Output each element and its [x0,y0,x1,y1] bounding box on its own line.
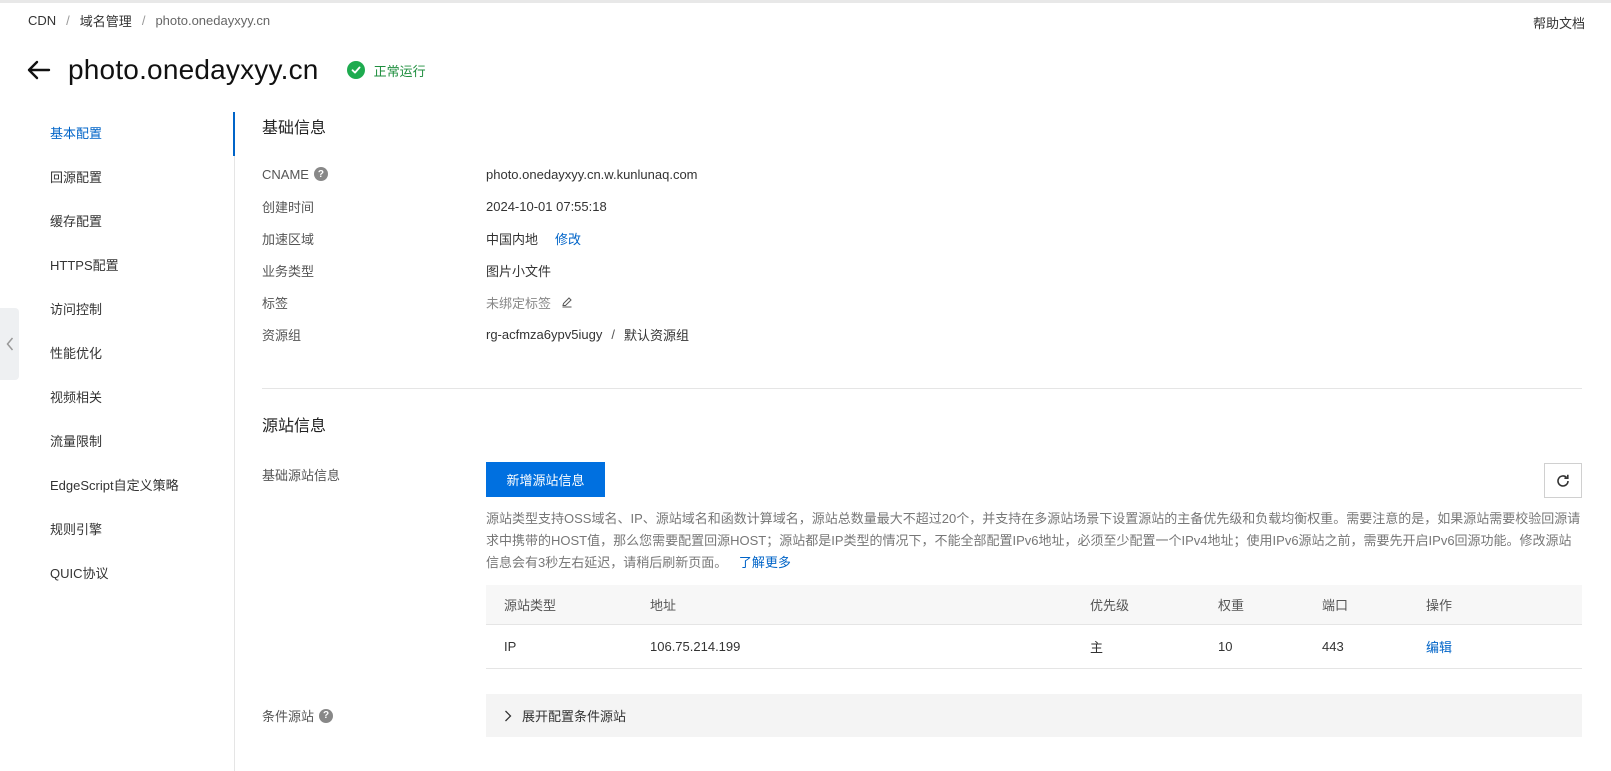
sidebar-item-traffic-limit[interactable]: 流量限制 [0,420,235,464]
breadcrumb-separator: / [66,13,70,28]
title-row: photo.onedayxyy.cn 正常运行 [26,54,426,86]
col-port: 端口 [1322,598,1349,613]
sidebar-item-quic[interactable]: QUIC协议 [0,552,235,596]
region-value: 中国内地 [486,231,539,247]
breadcrumb-current: photo.onedayxyy.cn [155,13,271,28]
edit-origin-link[interactable]: 编辑 [1426,637,1546,656]
created-value: 2024-10-01 07:55:18 [486,198,607,214]
conditional-origin-label: 条件源站 [262,709,315,724]
cname-label: CNAME [262,166,309,182]
region-edit-link[interactable]: 修改 [555,229,581,248]
section-title-basic: 基础信息 [262,120,327,137]
info-row-tag: 标签 未绑定标签 [262,286,1582,318]
help-question-icon[interactable]: ? [313,167,328,181]
col-address: 地址 [650,598,677,613]
breadcrumb-separator: / [141,13,146,28]
col-priority: 优先级 [1090,598,1130,613]
sidebar-item-https-config[interactable]: HTTPS配置 [0,244,235,288]
nav-divider [234,112,235,771]
business-value: 图片小文件 [486,263,552,279]
status-badge: 正常运行 [346,61,426,80]
help-question-icon[interactable]: ? [319,708,334,723]
breadcrumb-domain-management[interactable]: 域名管理 [80,11,132,30]
conditional-origin-expander[interactable]: 展开配置条件源站 [486,694,1582,737]
basic-info-section: 基础信息 CNAME ? photo.onedayxyy.cn.w.kunlun… [262,112,1582,350]
sidebar-item-cache-config[interactable]: 缓存配置 [0,200,235,244]
section-divider [262,388,1582,389]
top-border [0,0,1611,3]
cell-priority: 主 [1090,640,1104,655]
cname-value: photo.onedayxyy.cn.w.kunlunaq.com [486,166,698,182]
learn-more-link[interactable]: 了解更多 [739,555,791,570]
origin-description: 源站类型支持OSS域名、IP、源站域名和函数计算域名，源站总数量最大不超过20个… [486,508,1582,574]
business-label: 业务类型 [262,263,315,279]
back-arrow-icon[interactable] [26,57,52,83]
info-row-cname: CNAME ? photo.onedayxyy.cn.w.kunlunaq.co… [262,158,1582,190]
origin-info-section: 源站信息 [262,410,1582,444]
rg-id: rg-acfmza6ypv5iugy [486,326,603,342]
info-row-resource-group: 资源组 rg-acfmza6ypv5iugy / 默认资源组 [262,318,1582,350]
page-title: photo.onedayxyy.cn [68,54,319,85]
table-row: IP 106.75.214.199 主 10 443 编辑 [486,625,1582,669]
check-circle-icon [346,61,365,79]
cell-port: 443 [1322,639,1344,654]
breadcrumb: CDN / 域名管理 / photo.onedayxyy.cn [28,11,270,30]
info-row-region: 加速区域 中国内地 修改 [262,222,1582,254]
info-row-business: 业务类型 图片小文件 [262,254,1582,286]
section-title-origin: 源站信息 [262,418,327,435]
origin-table: 源站类型 地址 优先级 权重 端口 操作 IP 106.75.214.199 主… [486,585,1582,669]
sidebar-item-video[interactable]: 视频相关 [0,376,235,420]
sidebar-item-access-control[interactable]: 访问控制 [0,288,235,332]
col-type: 源站类型 [504,598,557,613]
tag-value: 未绑定标签 [486,295,552,311]
rg-separator: / [611,326,615,342]
sidebar-item-performance[interactable]: 性能优化 [0,332,235,376]
table-header: 源站类型 地址 优先级 权重 端口 操作 [486,585,1582,625]
refresh-button[interactable] [1544,463,1582,498]
chevron-right-icon [504,710,512,722]
status-text: 正常运行 [373,63,426,79]
created-label: 创建时间 [262,199,315,215]
edit-pencil-icon[interactable] [561,296,573,308]
sidebar-item-basic-config[interactable]: 基本配置 [0,112,235,156]
origin-description-text: 源站类型支持OSS域名、IP、源站域名和函数计算域名，源站总数量最大不超过20个… [486,511,1581,570]
rg-label: 资源组 [262,327,302,343]
cell-type: IP [504,639,517,654]
col-weight: 权重 [1218,598,1245,613]
cell-weight: 10 [1218,639,1233,654]
breadcrumb-cdn[interactable]: CDN [28,13,56,28]
nav-active-indicator [233,112,235,156]
cell-address: 106.75.214.199 [650,639,741,654]
refresh-icon [1557,474,1569,487]
sidebar-item-origin-config[interactable]: 回源配置 [0,156,235,200]
sidebar-item-edgescript[interactable]: EdgeScript自定义策略 [0,464,235,508]
rg-name: 默认资源组 [623,327,689,343]
tag-label: 标签 [262,295,289,311]
add-origin-button[interactable]: 新增源站信息 [486,462,605,497]
basic-origin-label: 基础源站信息 [262,468,341,483]
info-row-created: 创建时间 2024-10-01 07:55:18 [262,190,1582,222]
region-label: 加速区域 [262,231,315,247]
side-nav: 基本配置 回源配置 缓存配置 HTTPS配置 访问控制 性能优化 视频相关 流量… [0,112,235,596]
conditional-origin-label-group: 条件源站 ? [262,706,334,725]
sidebar-item-rule-engine[interactable]: 规则引擎 [0,508,235,552]
help-docs-link[interactable]: 帮助文档 [1533,13,1585,32]
conditional-origin-expand-text: 展开配置条件源站 [522,709,627,724]
col-action: 操作 [1426,598,1453,613]
